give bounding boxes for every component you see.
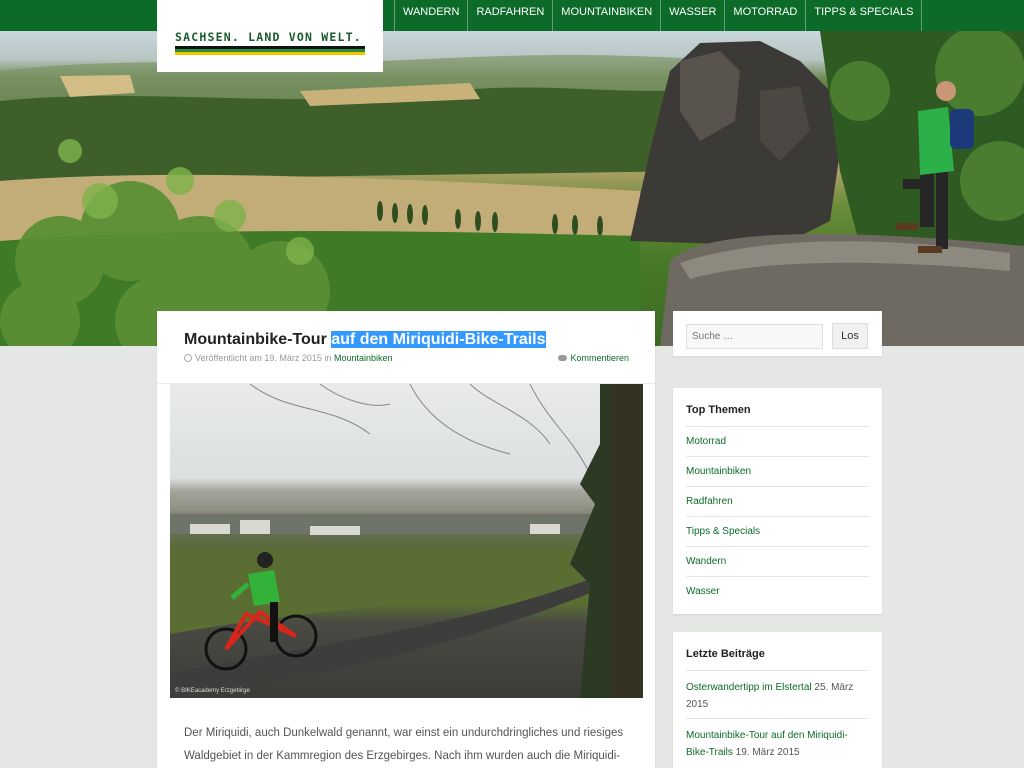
nav-item-radfahren[interactable]: RADFAHREN xyxy=(467,0,552,31)
clock-icon xyxy=(184,354,192,362)
image-credit: © BIKEacademy Erzgebirge xyxy=(175,688,250,694)
recent-posts-title: Letzte Beiträge xyxy=(686,648,765,660)
hero-illustration xyxy=(0,31,1024,346)
nav-item-wasser[interactable]: WASSER xyxy=(660,0,724,31)
recent-posts-list: Osterwandertipp im Elstertal 25. März 20… xyxy=(673,670,882,766)
topic-link-tipps-specials[interactable]: Tipps & Specials xyxy=(686,516,869,546)
recent-posts-widget: Letzte Beiträge Osterwandertipp im Elste… xyxy=(673,632,882,768)
topic-link-mountainbiken[interactable]: Mountainbiken xyxy=(686,456,869,486)
comment-link[interactable]: Kommentieren xyxy=(558,353,629,363)
search-button[interactable]: Los xyxy=(832,323,868,349)
search-input[interactable] xyxy=(686,324,823,349)
search-widget: Los xyxy=(673,311,882,356)
main-menu: WANDERN RADFAHREN MOUNTAINBIKEN WASSER M… xyxy=(394,0,923,31)
post-title-selected-text: auf den Miriquidi-Bike-Trails xyxy=(331,331,546,348)
topic-link-wasser[interactable]: Wasser xyxy=(686,576,869,606)
top-topics-title: Top Themen xyxy=(686,404,751,416)
logo-flag-stripe xyxy=(175,46,365,56)
post-published-date: Veröffentlicht am 19. März 2015 xyxy=(195,353,322,363)
comment-bubble-icon xyxy=(558,355,568,361)
topic-link-radfahren[interactable]: Radfahren xyxy=(686,486,869,516)
topic-link-wandern[interactable]: Wandern xyxy=(686,546,869,576)
logo-wordmark: SACHSEN. LAND VON WELT. xyxy=(175,30,362,44)
topic-link-motorrad[interactable]: Motorrad xyxy=(686,426,869,456)
top-topics-widget: Top Themen Motorrad Mountainbiken Radfah… xyxy=(673,388,882,614)
top-topics-list: Motorrad Mountainbiken Radfahren Tipps &… xyxy=(673,426,882,606)
post-title[interactable]: Mountainbike-Tour auf den Miriquidi-Bike… xyxy=(184,330,629,350)
nav-item-wandern[interactable]: WANDERN xyxy=(394,0,467,31)
nav-item-tipps-specials[interactable]: TIPPS & SPECIALS xyxy=(805,0,923,31)
post-category-link[interactable]: Mountainbiken xyxy=(334,353,393,363)
hero-landscape-image xyxy=(0,31,1024,346)
nav-item-mountainbiken[interactable]: MOUNTAINBIKEN xyxy=(552,0,660,31)
post-featured-image[interactable]: © BIKEacademy Erzgebirge xyxy=(170,384,643,698)
nav-item-motorrad[interactable]: MOTORRAD xyxy=(724,0,805,31)
post-title-plain: Mountainbike-Tour xyxy=(184,331,332,348)
recent-post-link[interactable]: Osterwandertipp im Elstertal xyxy=(686,682,812,693)
blog-post-card: Mountainbike-Tour auf den Miriquidi-Bike… xyxy=(157,311,655,768)
recent-post-item: Osterwandertipp im Elstertal 25. März 20… xyxy=(686,670,869,718)
site-logo[interactable]: SACHSEN. LAND VON WELT. xyxy=(157,0,383,72)
post-header: Mountainbike-Tour auf den Miriquidi-Bike… xyxy=(157,311,655,384)
recent-post-item: Mountainbike-Tour auf den Miriquidi-Bike… xyxy=(686,718,869,766)
post-meta-in: in xyxy=(324,353,332,363)
recent-post-date: 19. März 2015 xyxy=(732,747,800,758)
comment-link-label: Kommentieren xyxy=(570,353,629,363)
cyclist-photo xyxy=(170,384,643,698)
post-meta: Veröffentlicht am 19. März 2015 in Mount… xyxy=(184,353,629,365)
post-excerpt: Der Miriquidi, auch Dunkelwald genannt, … xyxy=(184,727,624,762)
